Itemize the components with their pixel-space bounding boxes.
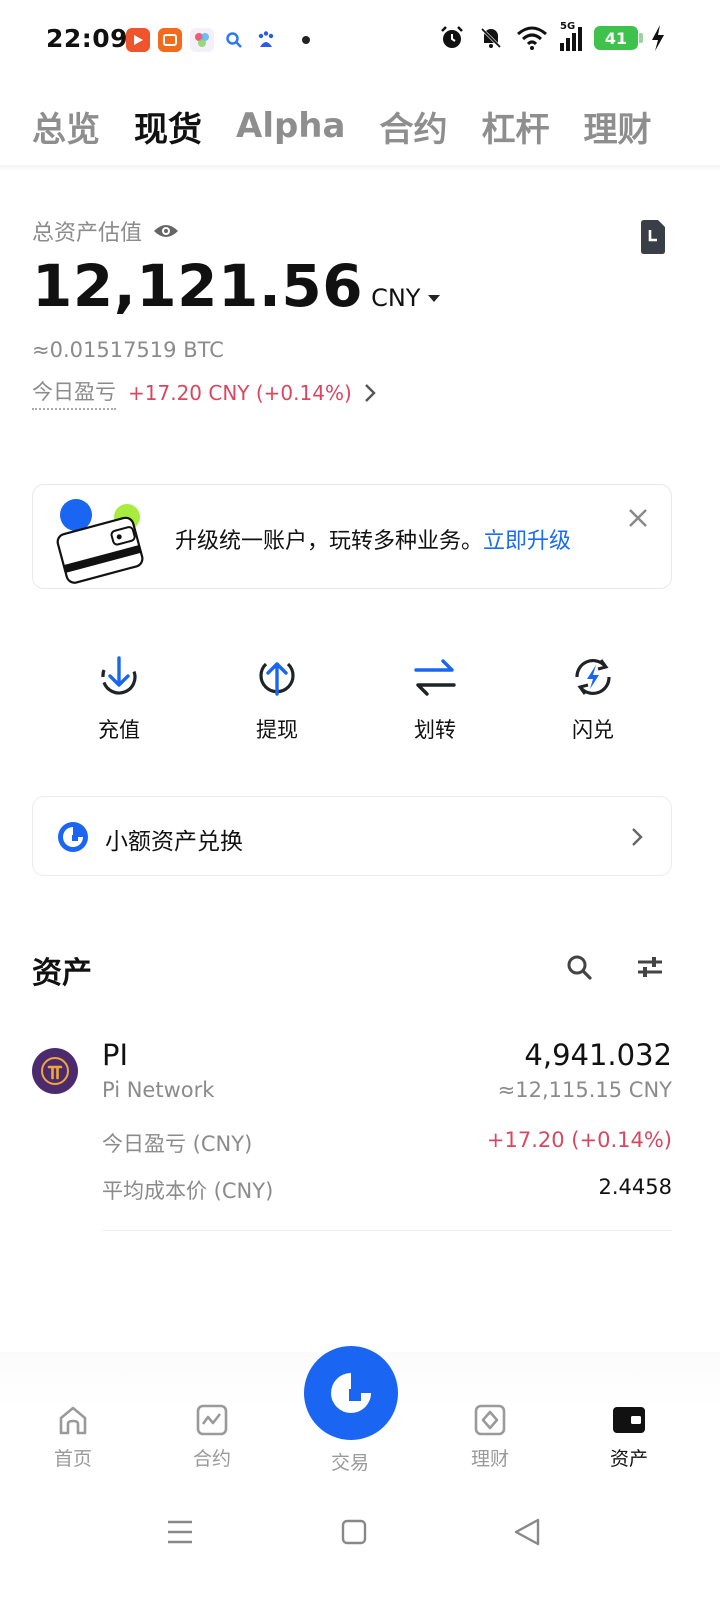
withdraw-label: 提现 bbox=[256, 718, 298, 742]
bottom-nav: 首页 合约 交易 理财 资产 bbox=[0, 1346, 720, 1492]
alarm-icon bbox=[441, 26, 463, 48]
banner-message: 升级统一账户，玩转多种业务。 bbox=[175, 529, 484, 554]
nav-earn[interactable]: 理财 bbox=[440, 1402, 540, 1471]
nav-futures[interactable]: 合约 bbox=[162, 1402, 262, 1471]
wifi-icon bbox=[517, 26, 547, 50]
history-icon[interactable] bbox=[638, 220, 668, 254]
asset-fiat-value: ≈12,115.15 CNY bbox=[497, 1078, 672, 1102]
tab-spot[interactable]: 现货 bbox=[134, 102, 202, 151]
system-nav-bar bbox=[0, 1492, 720, 1604]
nav-earn-label: 理财 bbox=[470, 1448, 509, 1470]
nav-home-label: 首页 bbox=[53, 1448, 92, 1470]
currency-selector[interactable]: CNY bbox=[371, 284, 420, 312]
dust-convert-row[interactable]: 小额资产兑换 bbox=[32, 796, 672, 876]
nav-trade-label[interactable]: 交易 bbox=[300, 1448, 400, 1475]
account-tabs: 总览 现货 Alpha 合约 杠杆 理财 bbox=[32, 96, 685, 156]
flash-convert-icon bbox=[575, 658, 611, 696]
earn-icon bbox=[474, 1404, 506, 1436]
nav-assets-label: 资产 bbox=[609, 1448, 648, 1470]
tabs-divider bbox=[0, 165, 720, 171]
search-app-icon bbox=[222, 28, 246, 52]
transfer-icon bbox=[414, 659, 456, 696]
tab-alpha[interactable]: Alpha bbox=[236, 106, 345, 146]
banner-text: 升级统一账户，玩转多种业务。立即升级 bbox=[175, 523, 571, 555]
asset-amount: 4,941.032 bbox=[524, 1038, 672, 1072]
battery-icon: 41 bbox=[594, 26, 643, 50]
filter-icon[interactable] bbox=[636, 954, 664, 980]
flash-convert-label: 闪兑 bbox=[572, 718, 614, 742]
asset-name: Pi Network bbox=[102, 1078, 215, 1102]
total-balance-label: 总资产估值 bbox=[32, 215, 180, 247]
tab-earn[interactable]: 理财 bbox=[583, 102, 651, 151]
upgrade-banner[interactable]: 升级统一账户，玩转多种业务。立即升级 bbox=[32, 484, 672, 589]
wallet-icon bbox=[613, 1407, 645, 1433]
back-icon[interactable] bbox=[508, 1512, 548, 1552]
dust-convert-icon bbox=[58, 822, 88, 852]
today-pnl-label[interactable]: 今日盈亏 bbox=[32, 376, 116, 410]
asset-divider bbox=[102, 1230, 672, 1231]
tab-margin[interactable]: 杠杆 bbox=[481, 102, 549, 151]
transfer-label: 划转 bbox=[414, 718, 456, 742]
asset-cost-label: 平均成本价 (CNY) bbox=[102, 1179, 274, 1203]
eye-icon[interactable] bbox=[152, 221, 180, 241]
search-icon[interactable] bbox=[566, 954, 592, 980]
futures-icon bbox=[196, 1404, 228, 1436]
deposit-icon bbox=[101, 656, 137, 695]
upgrade-now-link[interactable]: 立即升级 bbox=[483, 529, 571, 554]
baidu-app-icon bbox=[254, 28, 278, 52]
deposit-button[interactable]: 充值 bbox=[40, 652, 198, 744]
nav-assets[interactable]: 资产 bbox=[579, 1402, 679, 1471]
assets-section-title: 资产 bbox=[32, 956, 92, 991]
signal-label: 5G bbox=[560, 21, 576, 32]
pi-coin-logo[interactable] bbox=[32, 1048, 78, 1094]
notification-icons bbox=[126, 28, 310, 52]
today-pnl-row[interactable]: 今日盈亏 +17.20 CNY (+0.14%) bbox=[32, 376, 376, 410]
more-notifications-icon bbox=[302, 36, 310, 44]
mute-icon bbox=[480, 27, 502, 49]
home-square-icon[interactable] bbox=[334, 1512, 374, 1552]
signal-icon: 5G bbox=[560, 21, 582, 51]
total-balance: 12,121.56 CNY bbox=[32, 252, 441, 320]
quick-actions: 充值 提现 划转 闪兑 bbox=[40, 652, 680, 744]
btc-equivalent: ≈0.01517519 BTC bbox=[32, 338, 224, 362]
total-balance-label-text: 总资产估值 bbox=[32, 221, 143, 246]
status-time: 22:09 bbox=[46, 24, 129, 53]
photos-app-icon bbox=[190, 28, 214, 52]
nav-trade-button[interactable] bbox=[304, 1346, 398, 1440]
chevron-right-icon[interactable] bbox=[364, 383, 376, 403]
today-pnl-value: +17.20 CNY (+0.14%) bbox=[128, 381, 352, 405]
tab-futures[interactable]: 合约 bbox=[379, 102, 447, 151]
caret-down-icon[interactable] bbox=[428, 295, 441, 302]
asset-pnl-value: +17.20 (+0.14%) bbox=[486, 1128, 672, 1152]
nav-home[interactable]: 首页 bbox=[23, 1402, 123, 1471]
pi-icon bbox=[41, 1057, 69, 1085]
dust-convert-label: 小额资产兑换 bbox=[105, 829, 243, 855]
deposit-label: 充值 bbox=[98, 718, 140, 742]
trade-icon bbox=[331, 1373, 371, 1413]
total-balance-value: 12,121.56 bbox=[32, 252, 364, 320]
tabs-fade bbox=[650, 90, 720, 160]
asset-cost-value: 2.4458 bbox=[598, 1175, 672, 1199]
flash-convert-button[interactable]: 闪兑 bbox=[514, 652, 672, 744]
status-bar: 22:09 5G 41 bbox=[0, 0, 720, 80]
asset-symbol[interactable]: PI bbox=[102, 1038, 128, 1072]
nav-futures-label: 合约 bbox=[192, 1448, 231, 1470]
chevron-right-icon bbox=[632, 828, 643, 846]
system-icons: 5G 41 bbox=[438, 21, 666, 52]
wallet-illustration-icon bbox=[56, 499, 144, 584]
tab-overview[interactable]: 总览 bbox=[32, 102, 100, 151]
withdraw-button[interactable]: 提现 bbox=[198, 652, 356, 744]
transfer-button[interactable]: 划转 bbox=[356, 652, 514, 744]
battery-level: 41 bbox=[604, 28, 628, 48]
video-app-icon bbox=[126, 28, 150, 52]
asset-pnl-label: 今日盈亏 (CNY) bbox=[102, 1132, 253, 1156]
close-icon[interactable] bbox=[627, 507, 649, 529]
charging-icon bbox=[652, 25, 664, 51]
shopping-app-icon bbox=[158, 28, 182, 52]
menu-icon[interactable] bbox=[160, 1512, 200, 1552]
withdraw-icon bbox=[259, 662, 295, 696]
home-icon bbox=[59, 1406, 87, 1435]
